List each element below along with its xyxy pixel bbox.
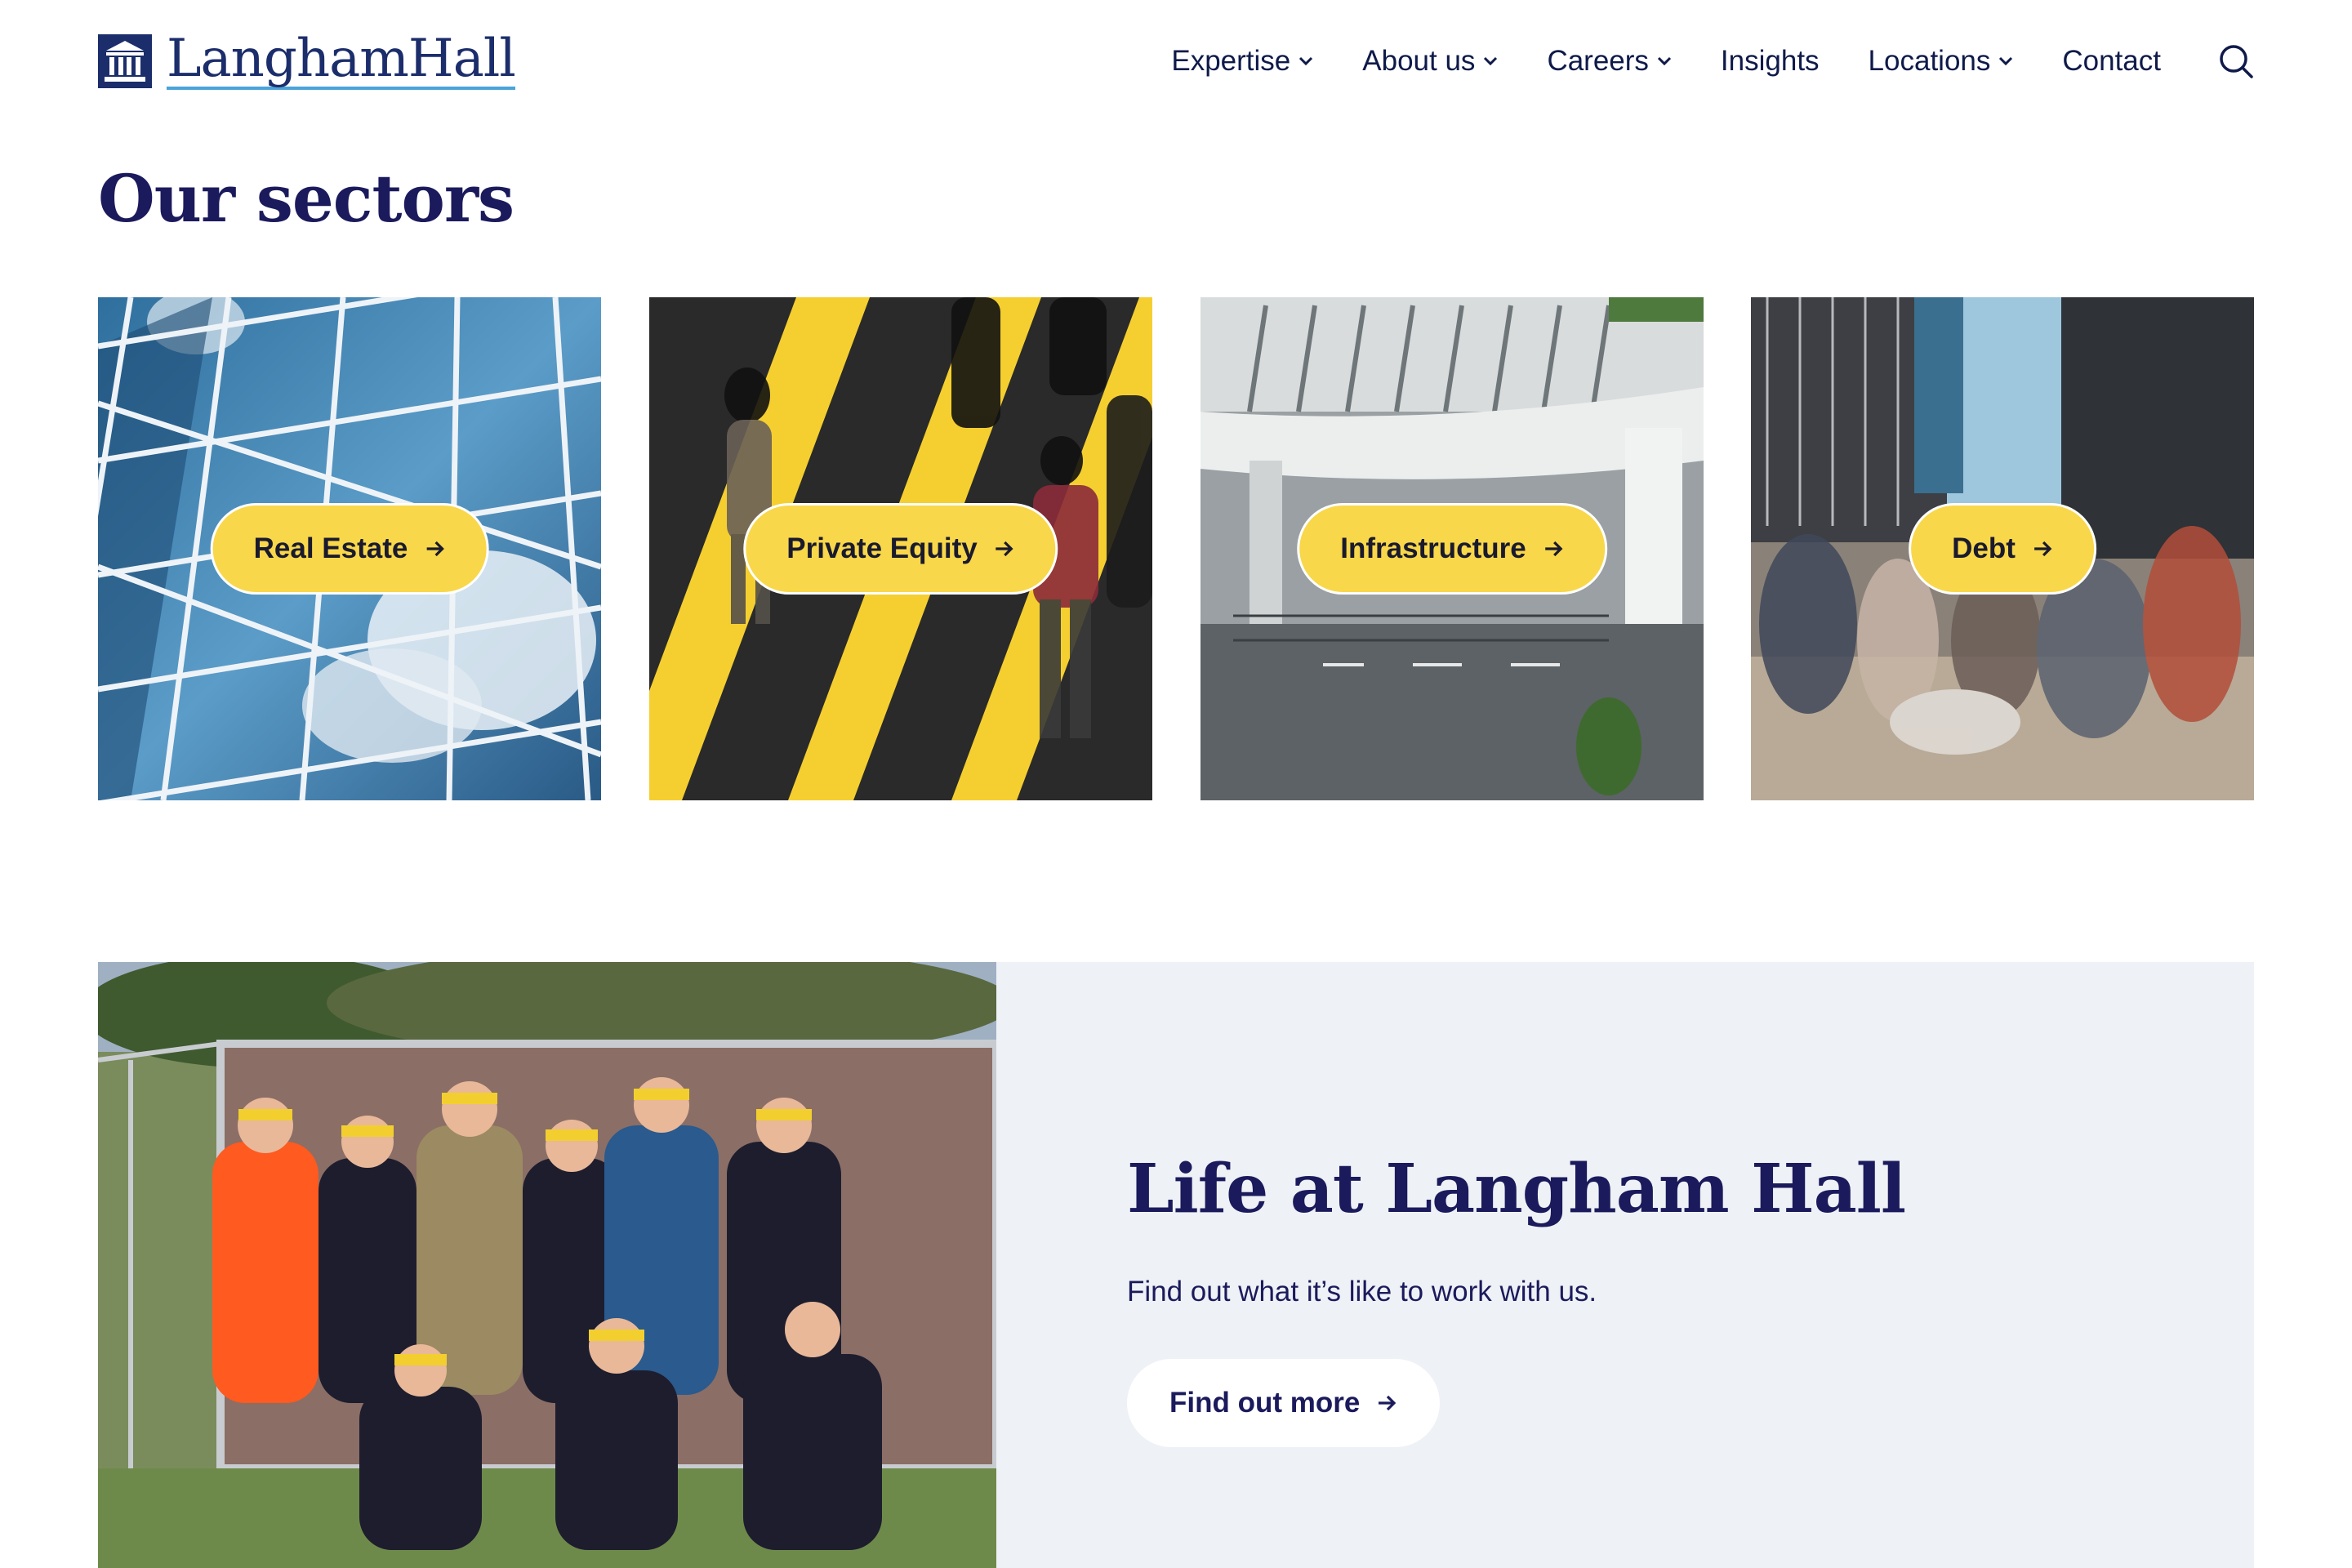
find-out-more-button[interactable]: Find out more (1127, 1359, 1441, 1447)
nav-item-insights[interactable]: Insights (1721, 45, 1820, 78)
chevron-down-icon (1657, 56, 1671, 66)
life-description: Find out what it’s like to work with us. (1127, 1276, 1597, 1307)
arrow-right-icon (996, 541, 1013, 557)
nav-item-contact[interactable]: Contact (2062, 45, 2161, 78)
sector-button-private-equity[interactable]: Private Equity (743, 503, 1058, 595)
logo-building-icon (98, 34, 152, 88)
site-header: LanghamHall Expertise About us Careers I… (98, 0, 2254, 122)
logo[interactable]: LanghamHall (98, 29, 516, 90)
sector-button-real-estate[interactable]: Real Estate (210, 503, 489, 595)
life-section: Life at Langham Hall Find out what it’s … (98, 962, 2254, 1568)
find-out-more-label: Find out more (1169, 1387, 1361, 1419)
sector-label: Private Equity (786, 532, 978, 564)
page: LanghamHall Expertise About us Careers I… (0, 0, 2352, 1568)
nav-item-expertise[interactable]: Expertise (1171, 45, 1313, 78)
chevron-down-icon (1999, 56, 2013, 66)
arrow-right-icon (1544, 541, 1563, 557)
chevron-down-icon (1484, 56, 1498, 66)
team-photo-image (98, 962, 996, 1568)
sector-label: Debt (1952, 532, 2016, 564)
main-nav: Expertise About us Careers Insights Loca… (1122, 43, 2254, 79)
sector-label: Real Estate (253, 532, 408, 564)
nav-item-about-us[interactable]: About us (1362, 45, 1498, 78)
arrow-right-icon (426, 541, 444, 557)
nav-item-label: About us (1362, 45, 1476, 77)
nav-item-label: Insights (1720, 45, 1820, 77)
team-photo (98, 962, 996, 1568)
sector-card-private-equity[interactable]: Private Equity (649, 297, 1152, 800)
arrow-right-icon (1379, 1395, 1396, 1411)
logo-text: LanghamHall (167, 29, 516, 90)
life-heading: Life at Langham Hall (1127, 1150, 1906, 1228)
nav-item-label: Expertise (1171, 45, 1291, 77)
sector-card-debt[interactable]: Debt (1751, 297, 2254, 800)
nav-item-label: Contact (2062, 45, 2161, 77)
nav-item-locations[interactable]: Locations (1869, 45, 2014, 78)
chevron-down-icon (1299, 56, 1313, 66)
sectors-heading: Our sectors (98, 160, 514, 237)
sector-button-infrastructure[interactable]: Infrastructure (1297, 503, 1607, 595)
sector-cards: Real Estate Private Equity Infrastructur… (98, 297, 2254, 800)
nav-item-label: Careers (1547, 45, 1649, 77)
sector-button-debt[interactable]: Debt (1909, 503, 2096, 595)
search-icon[interactable] (2218, 43, 2254, 79)
nav-item-careers[interactable]: Careers (1547, 45, 1671, 78)
life-content: Life at Langham Hall Find out what it’s … (1127, 1150, 1906, 1447)
nav-item-label: Locations (1868, 45, 1991, 77)
arrow-right-icon (2034, 541, 2052, 557)
sector-label: Infrastructure (1340, 532, 1526, 564)
sector-card-infrastructure[interactable]: Infrastructure (1200, 297, 1704, 800)
sector-card-real-estate[interactable]: Real Estate (98, 297, 601, 800)
